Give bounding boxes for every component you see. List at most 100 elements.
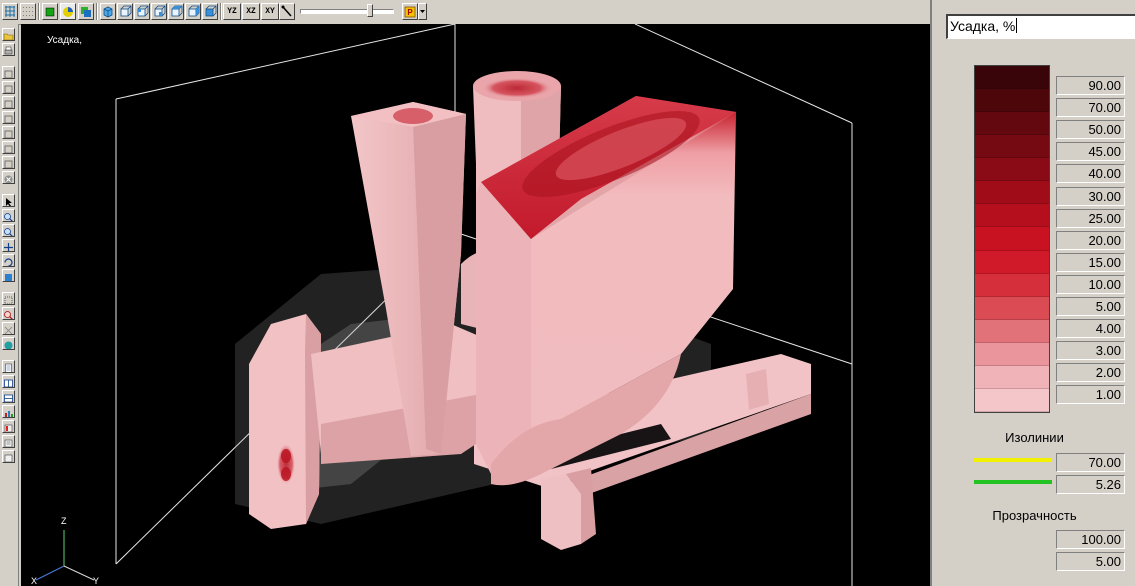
scale-band: [975, 204, 1049, 228]
chart-icon[interactable]: [2, 405, 15, 418]
axis-x-label: X: [31, 576, 37, 586]
color-scale: [974, 65, 1050, 413]
tool-6-icon[interactable]: [2, 141, 15, 154]
view-cube-5-icon[interactable]: [168, 3, 184, 20]
solid-color-icon[interactable]: [42, 3, 58, 20]
scale-band: [975, 250, 1049, 274]
scale-value[interactable]: 2.00: [1056, 363, 1125, 383]
3d-viewport[interactable]: Z X Y Усадка,: [21, 24, 930, 586]
scale-value[interactable]: 50.00: [1056, 120, 1125, 140]
scale-value[interactable]: 30.00: [1056, 186, 1125, 206]
legend-panel: Усадка, % 90.00 70.00 50.00 45.00 40.00 30.00…: [930, 0, 1135, 586]
legend-icon[interactable]: [2, 420, 15, 433]
view-cube-1-icon[interactable]: [100, 3, 116, 20]
transparency-slider[interactable]: [296, 4, 396, 18]
parameter-field-text: Усадка, %: [950, 18, 1016, 34]
text-caret: [1016, 18, 1018, 33]
scale-band: [975, 181, 1049, 205]
scale-band: [975, 273, 1049, 297]
zoom-region-icon[interactable]: [2, 307, 15, 320]
scale-band: [975, 365, 1049, 389]
scale-value[interactable]: 3.00: [1056, 341, 1125, 361]
render-mode-icon[interactable]: [78, 3, 94, 20]
tool-5-icon[interactable]: [2, 126, 15, 139]
open-file-icon[interactable]: [2, 28, 15, 41]
grid-icon[interactable]: [2, 3, 18, 20]
transparency-value-1[interactable]: 100.00: [1056, 530, 1125, 549]
scale-band: [975, 388, 1049, 412]
print-icon[interactable]: [2, 43, 15, 56]
tool-3-icon[interactable]: [2, 96, 15, 109]
pointer-icon[interactable]: [2, 194, 15, 207]
transparency-value-2[interactable]: 5.00: [1056, 552, 1125, 571]
isoline-1-swatch: [974, 458, 1052, 462]
view-yz-button[interactable]: YZ: [223, 3, 241, 20]
transparency-title: Прозрачность: [992, 508, 1077, 523]
model-render: Z X Y: [31, 24, 853, 586]
view-cube-2-icon[interactable]: [117, 3, 133, 20]
scale-value[interactable]: 40.00: [1056, 164, 1125, 184]
frame-icon[interactable]: [2, 292, 15, 305]
zoom-out-icon[interactable]: [2, 224, 15, 237]
scale-value[interactable]: 15.00: [1056, 252, 1125, 272]
axis-y-label: Y: [93, 576, 99, 586]
isoline-1-value[interactable]: 70.00: [1056, 453, 1125, 472]
axis-z-label: Z: [61, 516, 67, 526]
scale-value[interactable]: 1.00: [1056, 385, 1125, 405]
scale-band: [975, 135, 1049, 159]
document-icon[interactable]: [2, 360, 15, 373]
palette-icon[interactable]: P: [402, 3, 418, 20]
scale-value[interactable]: 90.00: [1056, 76, 1125, 95]
scale-value[interactable]: 45.00: [1056, 142, 1125, 162]
scale-value[interactable]: 5.00: [1056, 297, 1125, 316]
scale-band: [975, 66, 1049, 90]
pan-icon[interactable]: [2, 239, 15, 252]
cut-tool-icon[interactable]: [279, 3, 295, 20]
list-icon[interactable]: [2, 435, 15, 448]
scale-value[interactable]: 10.00: [1056, 274, 1125, 294]
tool-4-icon[interactable]: [2, 111, 15, 124]
top-toolbar: YZ XZ XY P: [0, 0, 940, 25]
rotate-icon[interactable]: [2, 254, 15, 267]
isolines-title: Изолинии: [1005, 430, 1064, 445]
tool-2-icon[interactable]: [2, 81, 15, 94]
slider-thumb[interactable]: [367, 4, 373, 17]
view-xy-button[interactable]: XY: [261, 3, 279, 20]
tool-1-icon[interactable]: [2, 66, 15, 79]
scale-band: [975, 89, 1049, 113]
chevron-down-icon[interactable]: [418, 3, 427, 20]
view-cube-6-icon[interactable]: [185, 3, 201, 20]
split-view-icon[interactable]: [2, 375, 15, 388]
view-cube-7-icon[interactable]: [202, 3, 218, 20]
scale-band: [975, 342, 1049, 366]
view-cube-4-icon[interactable]: [151, 3, 167, 20]
view-xz-button[interactable]: XZ: [242, 3, 260, 20]
scale-band: [975, 319, 1049, 343]
table-icon[interactable]: [2, 390, 15, 403]
stop-icon[interactable]: [2, 171, 15, 184]
globe-icon[interactable]: [2, 337, 15, 350]
viewport-title: Усадка,: [47, 35, 83, 46]
dotted-grid-icon[interactable]: [20, 3, 36, 20]
scale-value[interactable]: 20.00: [1056, 230, 1125, 250]
scale-band: [975, 296, 1049, 320]
isoline-2-value[interactable]: 5.26: [1056, 475, 1125, 494]
view-cube-3-icon[interactable]: [134, 3, 150, 20]
fit-view-icon[interactable]: [2, 322, 15, 335]
shading-icon[interactable]: [60, 3, 76, 20]
scale-value[interactable]: 25.00: [1056, 208, 1125, 228]
info-icon[interactable]: [2, 450, 15, 463]
isoline-2-swatch: [974, 480, 1052, 484]
scale-band: [975, 112, 1049, 136]
scale-band: [975, 227, 1049, 251]
svg-text:P: P: [407, 8, 413, 17]
tool-7-icon[interactable]: [2, 156, 15, 169]
scale-band: [975, 158, 1049, 182]
layers-icon[interactable]: [2, 269, 15, 282]
slider-track: [300, 9, 394, 14]
parameter-field[interactable]: Усадка, %: [946, 14, 1135, 39]
left-toolbar: [0, 24, 19, 586]
scale-value[interactable]: 4.00: [1056, 319, 1125, 339]
zoom-in-icon[interactable]: [2, 209, 15, 222]
scale-value[interactable]: 70.00: [1056, 98, 1125, 118]
